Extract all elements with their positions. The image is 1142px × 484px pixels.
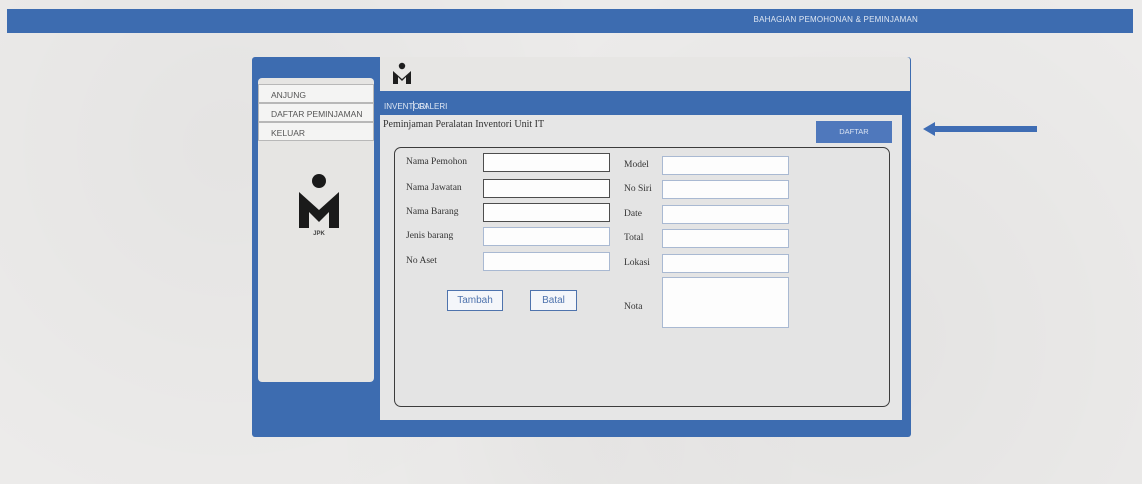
sidebar-item-anjung[interactable]: ANJUNG [258, 84, 374, 103]
tab-galeri[interactable]: GALERI [418, 102, 447, 111]
nama-pemohon-label: Nama Pemohon [406, 157, 467, 167]
header-bar: BAHAGIAN PEMOHONAN & PEMINJAMAN [7, 9, 1133, 33]
header-title: BAHAGIAN PEMOHONAN & PEMINJAMAN [753, 15, 918, 24]
emblem-label: JPK [313, 231, 325, 237]
lokasi-label: Lokasi [624, 258, 650, 268]
jpk-emblem-icon [299, 174, 339, 228]
logo-strip [380, 57, 910, 91]
tambah-button[interactable]: Tambah [447, 290, 503, 311]
lokasi-field[interactable] [662, 254, 789, 273]
jenis-barang-field[interactable] [483, 227, 610, 246]
no-siri-field[interactable] [662, 180, 789, 199]
batal-button[interactable]: Batal [530, 290, 577, 311]
model-label: Model [624, 160, 649, 170]
sidebar-item-daftar-peminjaman[interactable]: DAFTAR PEMINJAMAN [258, 103, 374, 122]
jenis-barang-label: Jenis barang [406, 231, 454, 241]
model-field[interactable] [662, 156, 789, 175]
nama-jawatan-field[interactable] [483, 179, 610, 198]
no-aset-field[interactable] [483, 252, 610, 271]
nota-field[interactable] [662, 277, 789, 328]
page-title: Peminjaman Peralatan Inventori Unit IT [383, 119, 545, 130]
nama-barang-field[interactable] [483, 203, 610, 222]
jpk-logo-icon [393, 62, 411, 84]
nama-barang-label: Nama Barang [406, 207, 459, 217]
no-siri-label: No Siri [624, 184, 652, 194]
total-field[interactable] [662, 229, 789, 248]
nota-label: Nota [624, 302, 643, 312]
daftar-button[interactable]: DAFTAR [816, 121, 892, 143]
sidebar-item-keluar[interactable]: KELUAR [258, 122, 374, 141]
nama-jawatan-label: Nama Jawatan [406, 183, 462, 193]
total-label: Total [624, 233, 644, 243]
date-label: Date [624, 209, 642, 219]
date-field[interactable] [662, 205, 789, 224]
no-aset-label: No Aset [406, 256, 437, 266]
tab-divider [413, 101, 414, 111]
nama-pemohon-field[interactable] [483, 153, 610, 172]
pointer-arrow-icon [923, 122, 1037, 136]
